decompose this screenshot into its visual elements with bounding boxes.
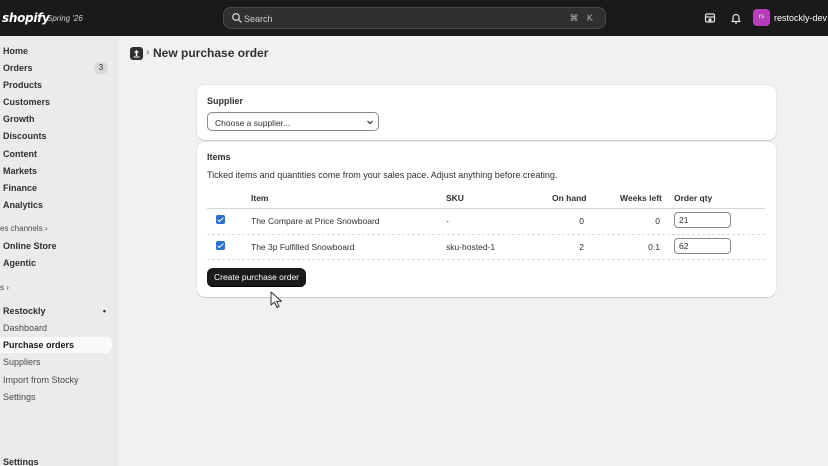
column-header-on-hand: On hand	[552, 193, 587, 203]
sidebar-item-label: Discounts	[3, 131, 47, 141]
sidebar-item-restockly[interactable]: Restockly •	[0, 303, 112, 319]
bell-icon[interactable]	[730, 12, 742, 24]
table-header-divider	[207, 208, 765, 209]
sidebar-item-agentic[interactable]: Agentic	[0, 255, 112, 271]
sidebar-item-label: Markets	[3, 166, 38, 176]
column-header-order-qty: Order qty	[674, 193, 713, 203]
order-qty-input[interactable]: 62	[674, 238, 731, 254]
upload-box-icon	[133, 50, 140, 58]
sidebar-item-label: Restockly	[3, 306, 46, 316]
items-card: Items Ticked items and quantities come f…	[197, 142, 776, 297]
sidebar-item-products[interactable]: Products	[0, 77, 112, 93]
chevron-down-icon	[367, 120, 373, 125]
column-header-sku: SKU	[446, 193, 464, 203]
column-header-item: Item	[251, 193, 269, 203]
sidebar-item-label: Online Store	[3, 241, 57, 251]
sidebar-item-online-store[interactable]: Online Store	[0, 238, 112, 254]
row-divider	[207, 234, 765, 235]
sidebar-item-markets[interactable]: Markets	[0, 163, 112, 179]
row-checkbox[interactable]	[216, 215, 225, 224]
sidebar-item-analytics[interactable]: Analytics	[0, 197, 112, 213]
sidebar-item-label: Dashboard	[3, 323, 48, 333]
shopify-logo[interactable]: shopify	[2, 11, 50, 25]
sidebar-item-label: Import from Stocky	[3, 375, 79, 385]
supplier-select[interactable]: Choose a supplier...	[207, 112, 379, 131]
sidebar-item-label: Growth	[3, 114, 35, 124]
create-purchase-order-button[interactable]: Create purchase order	[207, 268, 306, 287]
item-weeks-left: 0.1	[648, 242, 660, 252]
sidebar-item-orders[interactable]: Orders 3	[0, 60, 112, 76]
breadcrumb-separator: ›	[146, 47, 150, 58]
row-divider	[207, 259, 765, 260]
sidebar-item-customers[interactable]: Customers	[0, 94, 112, 110]
pin-dot: •	[102, 306, 106, 316]
sidebar-item-settings[interactable]: Settings	[0, 454, 112, 466]
item-name: The 3p Fulfilled Snowboard	[251, 242, 355, 252]
sidebar-item-suppliers[interactable]: Suppliers	[0, 354, 112, 370]
supplier-card: Supplier Choose a supplier...	[197, 85, 776, 140]
sidebar-item-purchase-orders[interactable]: Purchase orders	[0, 337, 112, 353]
items-card-title: Items	[207, 152, 231, 162]
orders-count-badge: 3	[94, 62, 108, 74]
supplier-select-value: Choose a supplier...	[215, 118, 291, 128]
item-on-hand: 0	[579, 216, 584, 226]
search-placeholder: Search	[244, 14, 273, 24]
sidebar-item-finance[interactable]: Finance	[0, 180, 112, 196]
purchase-order-icon[interactable]	[130, 47, 143, 60]
search-shortcut: ⌘ K	[569, 13, 596, 23]
sidebar-item-label: Settings	[3, 457, 39, 466]
items-description: Ticked items and quantities come from yo…	[207, 170, 558, 180]
item-weeks-left: 0	[655, 216, 660, 226]
sidebar-item-label: Analytics	[3, 200, 44, 210]
supplier-card-title: Supplier	[207, 96, 244, 106]
store-icon[interactable]	[704, 12, 716, 24]
edition-label: Spring '26	[47, 14, 83, 23]
search-bar[interactable]: Search ⌘ K	[223, 7, 606, 29]
sidebar-item-import-from-stocky[interactable]: Import from Stocky	[0, 372, 112, 388]
sidebar-item-label: Agentic	[3, 258, 37, 268]
apps-heading[interactable]: s ›	[0, 283, 9, 292]
item-on-hand: 2	[579, 242, 584, 252]
account-name: restockly-dev	[774, 13, 828, 23]
sidebar-item-app-settings[interactable]: Settings	[0, 389, 112, 405]
sidebar-item-label: Purchase orders	[3, 340, 75, 350]
sidebar-item-label: Home	[3, 46, 29, 56]
order-qty-input[interactable]: 21	[674, 212, 731, 228]
sales-channels-heading[interactable]: es channels ›	[0, 224, 48, 233]
sidebar-item-label: Customers	[3, 97, 51, 107]
avatar: rs	[753, 9, 770, 26]
item-sku: -	[446, 216, 449, 226]
item-sku: sku-hosted-1	[446, 242, 496, 252]
sidebar: Home Orders 3 Products Customers Growth D…	[0, 36, 119, 466]
sidebar-item-discounts[interactable]: Discounts	[0, 128, 112, 144]
sidebar-item-dashboard[interactable]: Dashboard	[0, 320, 112, 336]
item-name: The Compare at Price Snowboard	[251, 216, 380, 226]
sidebar-item-label: Finance	[3, 183, 38, 193]
sidebar-item-growth[interactable]: Growth	[0, 111, 112, 127]
sidebar-item-label: Orders	[3, 63, 33, 73]
page-title: New purchase order	[153, 46, 269, 60]
mouse-pointer-icon	[270, 291, 282, 308]
sidebar-item-label: Suppliers	[3, 357, 41, 367]
sidebar-item-label: Content	[3, 149, 37, 159]
sidebar-item-label: Products	[3, 80, 43, 90]
sidebar-item-label: Settings	[3, 392, 36, 402]
search-icon	[232, 13, 242, 23]
top-bar: shopify Spring '26 Search ⌘ K rs restock…	[0, 0, 828, 36]
row-checkbox[interactable]	[216, 241, 225, 250]
column-header-weeks-left: Weeks left	[620, 193, 662, 203]
sidebar-item-home[interactable]: Home	[0, 43, 112, 59]
sidebar-item-content[interactable]: Content	[0, 146, 112, 162]
